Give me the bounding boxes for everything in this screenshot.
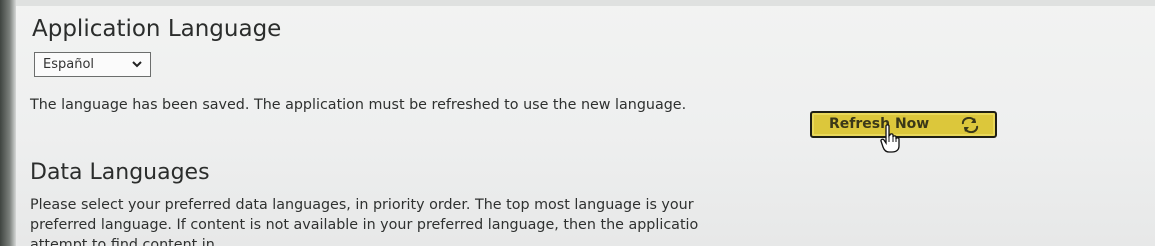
top-divider xyxy=(16,0,1155,6)
hand-cursor-icon xyxy=(880,124,900,153)
description-line: preferred language. If content is not av… xyxy=(30,217,699,233)
data-languages-title: Data Languages xyxy=(30,160,210,185)
description-line: attempt to find content in xyxy=(30,237,215,246)
window-edge xyxy=(0,0,16,246)
refresh-icon xyxy=(961,117,979,133)
application-language-title: Application Language xyxy=(32,16,282,42)
language-saved-message: The language has been saved. The applica… xyxy=(30,97,687,113)
language-select[interactable]: Español xyxy=(34,52,151,77)
refresh-now-button[interactable]: Refresh Now xyxy=(810,111,997,138)
chevron-down-icon xyxy=(132,61,142,68)
settings-screen: Application Language Español The languag… xyxy=(0,0,1155,246)
data-languages-description: Please select your preferred data langua… xyxy=(30,195,820,246)
description-line: Please select your preferred data langua… xyxy=(30,197,694,213)
language-select-value: Español xyxy=(43,57,95,72)
